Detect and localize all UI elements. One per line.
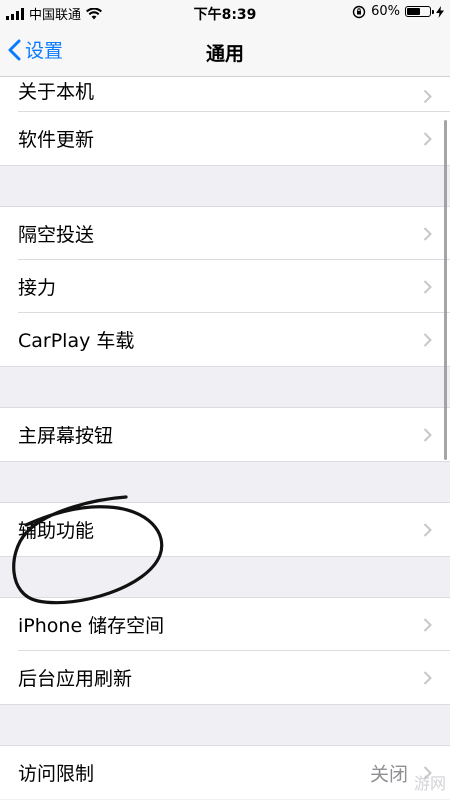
chevron-right-icon	[423, 670, 432, 685]
chevron-right-icon	[423, 617, 432, 632]
section-gap	[0, 704, 450, 746]
row-software-update[interactable]: 软件更新	[0, 112, 450, 165]
row-label: 关于本机	[18, 81, 95, 103]
row-carplay[interactable]: CarPlay 车载	[0, 313, 450, 366]
scroll-indicator[interactable]	[444, 120, 447, 460]
chevron-right-icon	[423, 279, 432, 294]
chevron-right-icon	[423, 226, 432, 241]
orientation-lock-icon	[352, 5, 366, 18]
row-restrictions[interactable]: 访问限制 关闭	[0, 746, 450, 799]
chevron-right-icon	[423, 332, 432, 347]
charging-bolt-icon	[436, 5, 444, 18]
row-label: iPhone 储存空间	[18, 615, 165, 637]
row-about[interactable]: 关于本机	[0, 77, 450, 112]
row-label: CarPlay 车载	[18, 330, 135, 352]
row-label: 隔空投送	[18, 224, 95, 246]
row-label: 主屏幕按钮	[18, 425, 114, 447]
section-gap	[0, 366, 450, 408]
watermark: 游网	[413, 774, 446, 793]
hand-drawn-circle-annotation	[12, 495, 164, 605]
battery-percent: 60%	[371, 4, 400, 19]
navigation-bar: 设置 通用	[0, 26, 450, 77]
section-gap	[0, 165, 450, 207]
row-label: 软件更新	[18, 129, 95, 151]
chevron-right-icon	[423, 131, 432, 146]
chevron-right-icon	[423, 522, 432, 537]
settings-list: 关于本机 软件更新 隔空投送 接力 CarPlay 车载 主屏幕按钮 辅助功能 …	[0, 77, 450, 799]
row-value: 关闭	[369, 763, 408, 785]
row-label: 后台应用刷新	[18, 668, 133, 690]
status-bar: 中国联通 下午8:39 60%	[0, 0, 450, 26]
chevron-right-icon	[423, 427, 432, 442]
row-airdrop[interactable]: 隔空投送	[0, 207, 450, 260]
row-background-refresh[interactable]: 后台应用刷新	[0, 651, 450, 704]
row-handoff[interactable]: 接力	[0, 260, 450, 313]
row-label: 接力	[18, 277, 57, 299]
row-label: 访问限制	[18, 763, 95, 785]
chevron-right-icon	[423, 89, 432, 104]
page-title: 通用	[205, 43, 244, 65]
row-home-button[interactable]: 主屏幕按钮	[0, 408, 450, 461]
battery-icon	[405, 6, 434, 17]
